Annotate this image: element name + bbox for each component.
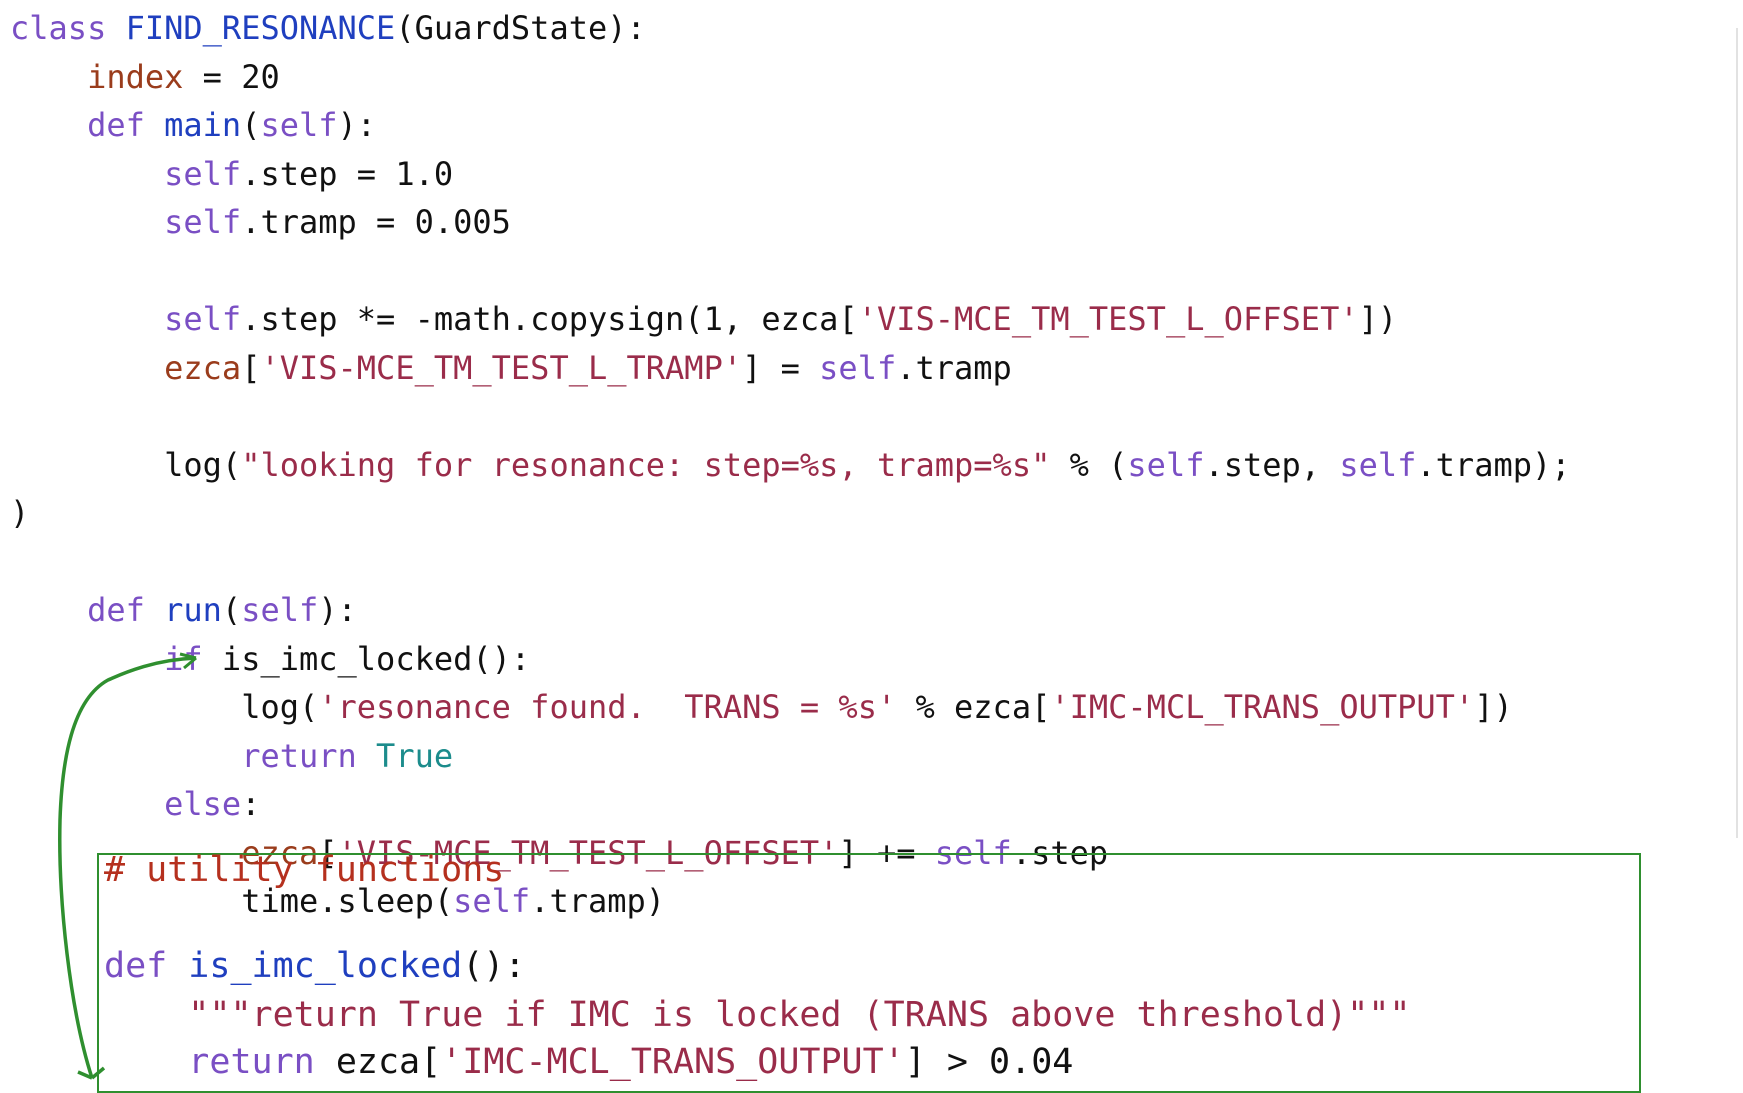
connector-arrow: [58, 652, 197, 1080]
